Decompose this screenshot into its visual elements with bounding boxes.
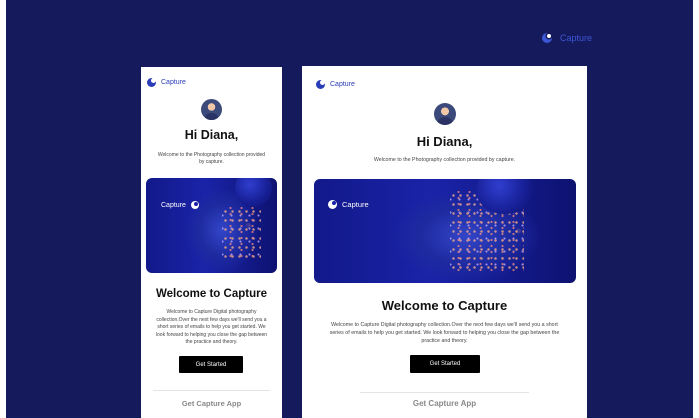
email-brand[interactable]: Capture [147, 78, 186, 87]
body-text: Welcome to Capture Digital photography c… [329, 322, 560, 344]
headline: Welcome to Capture [156, 288, 267, 300]
hero-brand-name: Capture [342, 200, 369, 209]
top-brand[interactable]: Capture [542, 33, 592, 43]
intro-text: Welcome to the Photography collection pr… [373, 157, 516, 163]
email-brand-name: Capture [330, 81, 355, 88]
capture-logo-icon [147, 78, 156, 87]
hero-brand: Capture [328, 200, 369, 209]
user-avatar [434, 103, 456, 125]
greeting: Hi Diana, [184, 128, 239, 142]
hero-image: Capture [146, 178, 277, 273]
capture-logo-icon [328, 200, 337, 209]
capture-logo-icon [190, 201, 199, 209]
top-brand-name: Capture [560, 33, 593, 43]
email-brand[interactable]: Capture [316, 80, 355, 89]
divider [153, 390, 270, 391]
hero-brand-name: Capture [161, 201, 186, 209]
user-avatar [201, 99, 222, 120]
capture-logo-icon [542, 33, 552, 43]
body-text: Welcome to Capture Digital photography c… [155, 309, 268, 345]
greeting: Hi Diana, [416, 134, 473, 149]
email-preview-mobile: Capture Hi Diana, Welcome to the Photogr… [141, 67, 282, 418]
divider [360, 392, 529, 393]
email-brand-name: Capture [161, 79, 186, 86]
app-section-title: Get Capture App [412, 399, 477, 408]
get-started-button[interactable]: Get Started [410, 355, 480, 373]
app-section-title: Get Capture App [181, 399, 242, 408]
get-started-button[interactable]: Get Started [179, 356, 243, 373]
hero-brand: Capture [161, 201, 199, 209]
email-preview-desktop: Capture Hi Diana, Welcome to the Photogr… [302, 66, 587, 418]
hero-image: Capture [314, 179, 576, 283]
headline: Welcome to Capture [381, 298, 508, 313]
capture-logo-icon [316, 80, 325, 89]
intro-text: Welcome to the Photography collection pr… [157, 152, 266, 166]
